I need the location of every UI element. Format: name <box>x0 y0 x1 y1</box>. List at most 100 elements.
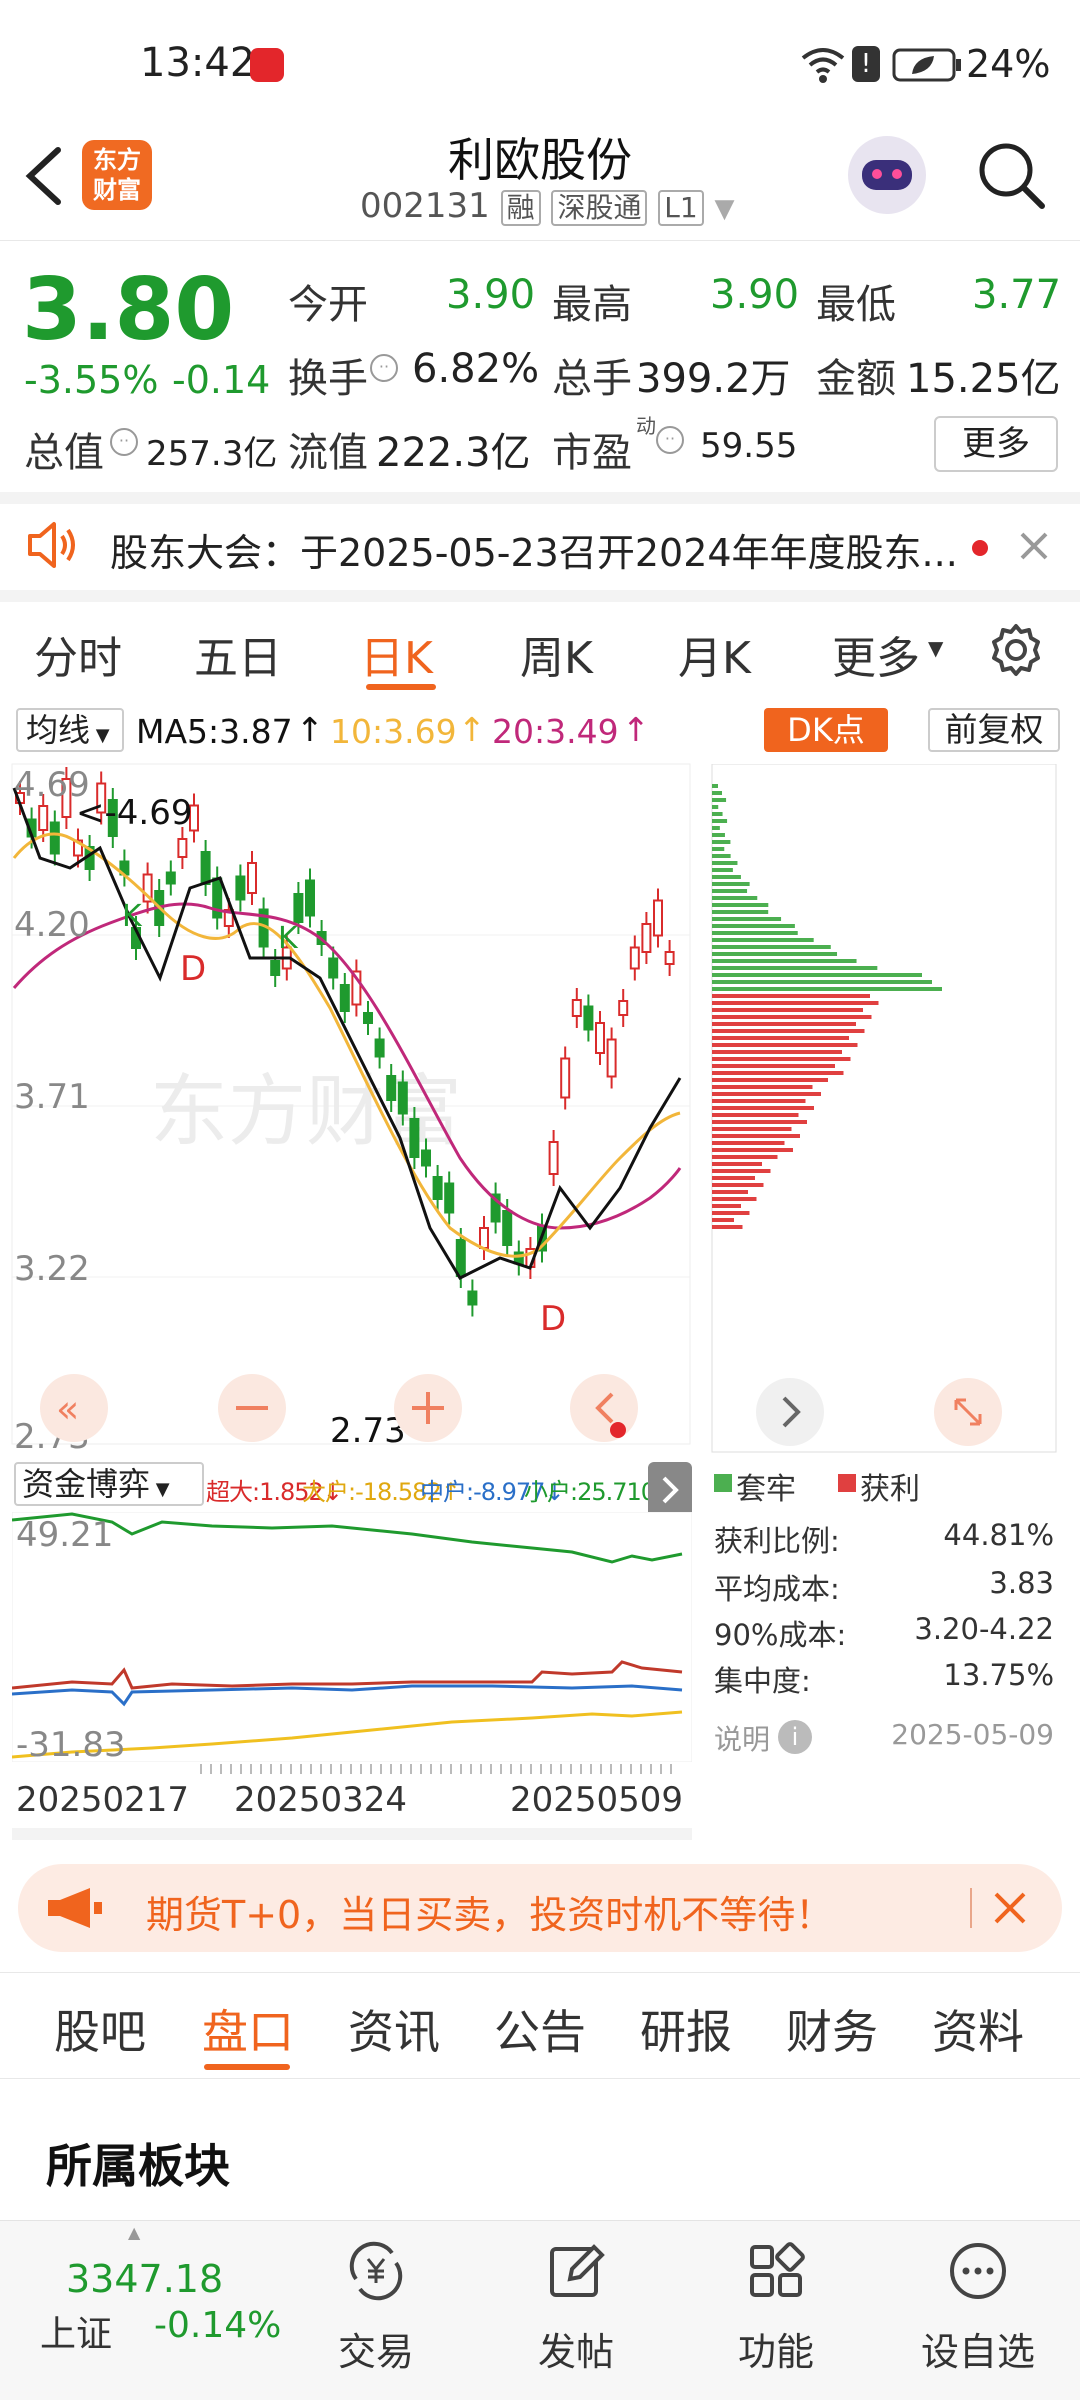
chip-bar <box>712 1169 771 1173</box>
info-icon[interactable]: ·· <box>110 428 138 456</box>
search-icon[interactable] <box>976 140 1048 212</box>
change-percent: -3.55% <box>24 358 159 402</box>
bottom-nav: ▲ 3347.18 上证 -0.14% 交易 发帖 功能 设自选 <box>0 2220 1080 2400</box>
capital-flow-chart[interactable]: 49.21 -31.83 <box>12 1512 692 1762</box>
index-name: 上证 <box>40 2314 113 2355</box>
y-label-1: 4.20 <box>14 905 90 945</box>
candle-body <box>328 957 339 979</box>
wifi-icon <box>801 48 845 83</box>
tab-five-day[interactable]: 五日 <box>194 622 282 686</box>
margin-tag: 融 <box>500 190 541 226</box>
tab-forum[interactable]: 股吧 <box>54 1996 146 2062</box>
chip-bar <box>712 1036 849 1040</box>
more-button[interactable]: 更多 <box>934 416 1058 472</box>
candle-body <box>270 960 281 976</box>
chip-bar <box>712 924 795 928</box>
candle-body <box>235 875 246 901</box>
explain-link[interactable]: 说明 <box>714 1718 770 1758</box>
chevron-right-icon <box>662 1476 679 1504</box>
chip-bar <box>712 959 857 963</box>
tab-news[interactable]: 资讯 <box>348 1996 440 2062</box>
stock-code-row[interactable]: 002131 融 深股通 L1 ▼ <box>360 186 735 226</box>
expand-panel-button[interactable] <box>648 1462 692 1518</box>
legend-profit: 获利 <box>860 1472 920 1507</box>
tab-daily-k[interactable]: 日K <box>360 622 433 686</box>
ma-selector[interactable]: 均线 ▼ <box>16 708 124 752</box>
candle-body <box>560 1057 571 1099</box>
chip-bar <box>712 1225 743 1229</box>
tab-quote-board[interactable]: 盘口 <box>202 1996 294 2062</box>
notice-text: 股东大会：于2025-05-23召开2024年年度股东... <box>110 531 958 575</box>
status-bar: 13:42 ! 24% <box>0 0 1080 120</box>
scroll-left-button[interactable] <box>570 1374 638 1442</box>
chip-date: 2025-05-09 <box>891 1718 1054 1751</box>
notice-dot <box>972 540 988 556</box>
app-notification-icon <box>250 48 284 82</box>
detail-tabs: 股吧 盘口 资讯 公告 研报 财务 资料 <box>0 1972 1080 2080</box>
ma5-value: MA5:3.87 <box>136 712 293 751</box>
chip-bar <box>712 945 831 949</box>
stat-label: 90%成本: <box>714 1618 847 1652</box>
chip-bar <box>712 896 758 900</box>
tab-finance[interactable]: 财务 <box>786 1996 878 2062</box>
chip-distribution-chart[interactable] <box>710 764 1060 1458</box>
nav-post[interactable]: 发帖 <box>496 2239 656 2376</box>
chip-bar <box>712 861 738 865</box>
candle-body <box>305 879 315 917</box>
chip-bar <box>712 1057 851 1061</box>
info-icon[interactable]: ·· <box>370 354 398 382</box>
chip-bar <box>712 1106 814 1110</box>
ma20-arrow: ↑ <box>622 710 650 749</box>
battery-level: 24% <box>966 42 1051 86</box>
tab-profile[interactable]: 资料 <box>932 1996 1024 2062</box>
d-marker: D <box>540 1299 566 1339</box>
tab-monthly-k[interactable]: 月K <box>678 622 751 686</box>
settings-gear-icon[interactable] <box>988 622 1044 678</box>
info-icon[interactable]: ·· <box>656 426 684 454</box>
nav-function[interactable]: 功能 <box>696 2239 856 2376</box>
date-axis-ticks <box>200 1764 680 1774</box>
chip-bar <box>712 1127 792 1131</box>
stock-header: 东方 财富 利欧股份 002131 融 深股通 L1 ▼ <box>0 120 1080 240</box>
adjust-button[interactable]: 前复权 <box>928 708 1060 752</box>
candle-body <box>165 871 176 885</box>
tab-announcements[interactable]: 公告 <box>494 1996 586 2062</box>
candle-body <box>548 1141 559 1175</box>
flow-y-top: 49.21 <box>16 1515 113 1555</box>
kline-chart[interactable]: 东方财富 4.69 4.20 3.71 3.22 2.73 <-4.69 2.7… <box>0 758 700 1450</box>
candle-body <box>653 899 663 937</box>
chip-bar <box>712 1001 879 1005</box>
chip-bar <box>712 966 878 970</box>
chip-bar <box>712 1148 793 1152</box>
capital-flow-selector[interactable]: 资金博弈 ▼ <box>14 1462 204 1506</box>
tab-weekly-k[interactable]: 周K <box>520 622 593 686</box>
battery-icon <box>892 48 961 82</box>
tab-intraday[interactable]: 分时 <box>34 622 122 686</box>
promo-banner[interactable]: 期货T+0，当日买卖，投资时机不等待！ <box>18 1864 1062 1952</box>
nav-trade[interactable]: 交易 <box>296 2239 456 2376</box>
info-icon[interactable]: i <box>778 1720 812 1754</box>
nav-add-watchlist[interactable]: 设自选 <box>898 2239 1058 2376</box>
close-icon[interactable] <box>992 1890 1028 1926</box>
candle-body <box>421 1149 431 1167</box>
chip-bar <box>712 826 720 830</box>
close-icon[interactable] <box>1018 530 1050 562</box>
turnover-label: 换手 <box>288 356 368 402</box>
index-value: 3347.18 <box>66 2257 224 2301</box>
robot-avatar-icon[interactable] <box>848 136 926 214</box>
chip-bar <box>712 847 725 851</box>
candle-body <box>455 1239 466 1277</box>
active-tab-underline <box>204 2064 290 2070</box>
tab-research[interactable]: 研报 <box>640 1996 732 2062</box>
notice-bar[interactable]: 股东大会：于2025-05-23召开2024年年度股东... <box>0 504 1080 586</box>
scroll-right-button[interactable] <box>756 1378 824 1446</box>
chip-bar <box>712 805 719 809</box>
dk-point-button[interactable]: DK点 <box>764 708 888 752</box>
date-label-1: 20250324 <box>234 1780 408 1820</box>
volume-value: 399.2万 <box>636 356 791 402</box>
chip-bar <box>712 1064 835 1068</box>
y-label-3: 3.22 <box>14 1249 90 1289</box>
nav-trade-label: 交易 <box>337 2330 414 2374</box>
index-widget[interactable]: ▲ 3347.18 上证 -0.14% <box>30 2221 290 2400</box>
tab-more[interactable]: 更多 <box>832 622 920 686</box>
